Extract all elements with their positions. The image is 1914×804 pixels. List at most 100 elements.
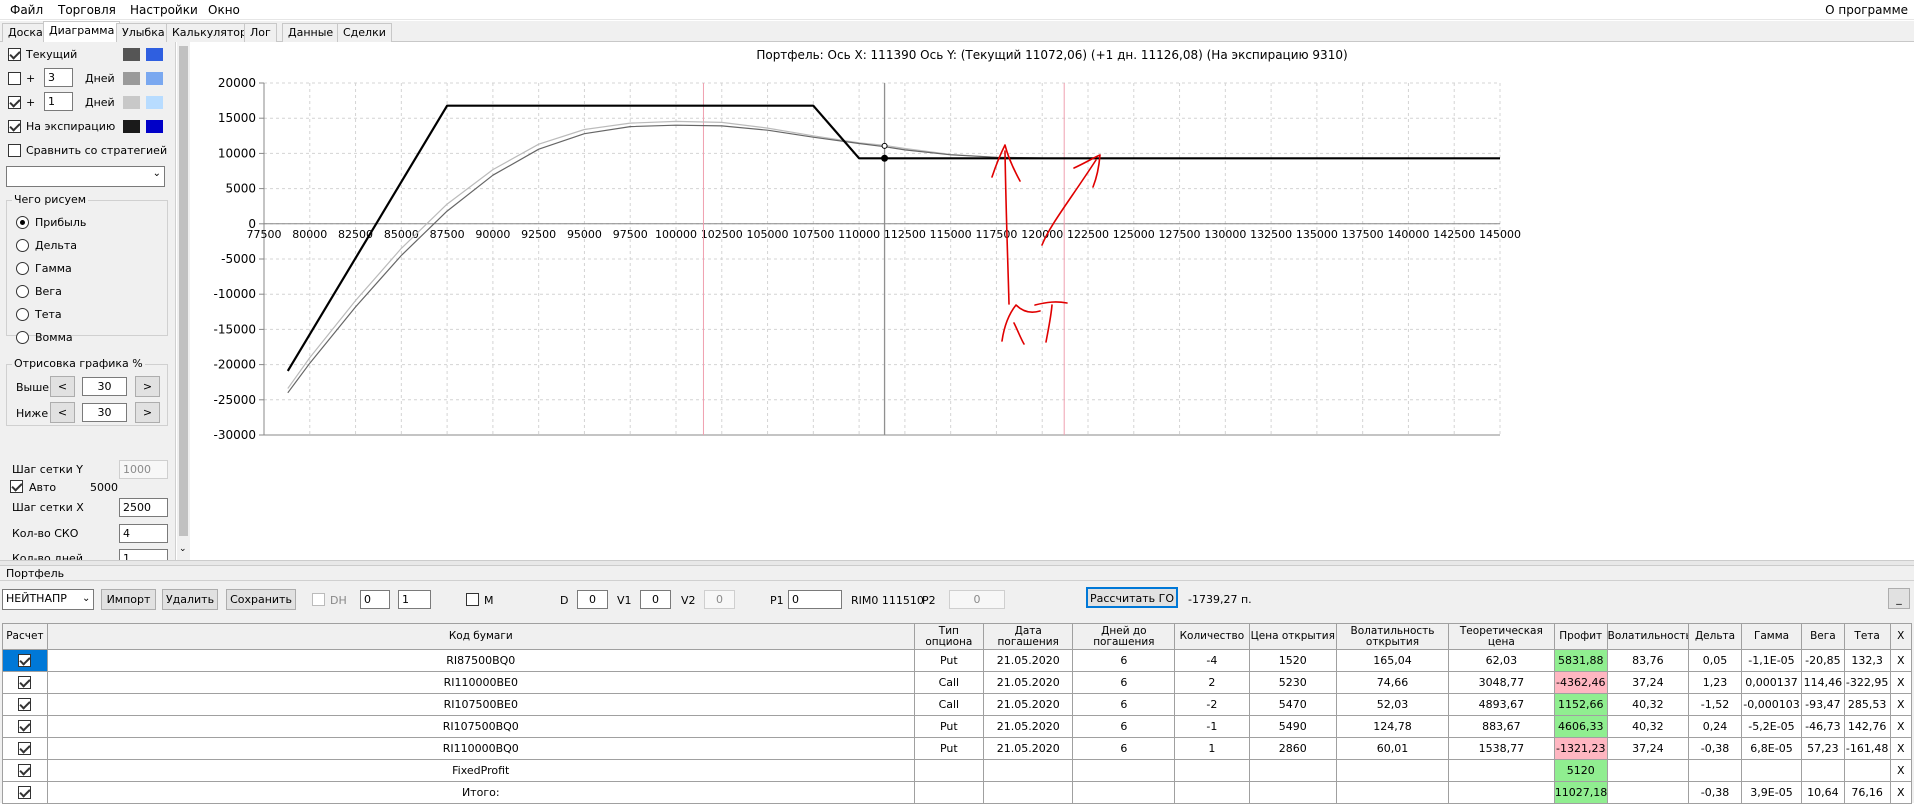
calc-checkbox[interactable] [18,720,32,734]
table-row[interactable]: Итого: 11027,18 -0,38 3,9E-05 10,64 76,16 X [2,781,1913,804]
col-header-profit[interactable]: Профит [1553,623,1608,650]
dh-checkbox[interactable] [312,593,325,606]
calc-checkbox-cell[interactable] [2,649,48,672]
table-row[interactable]: FixedProfit 5120 X [2,759,1913,782]
days-input-1[interactable]: 3 [44,68,73,87]
col-header-gamma[interactable]: Гамма [1740,623,1803,650]
remove-row-button[interactable]: X [1889,693,1913,716]
calc-checkbox-cell[interactable] [2,693,48,716]
tab-deals[interactable]: Сделки [337,23,392,42]
table-row[interactable]: RI110000BE0 Call 21.05.2020 6 2 5230 74,66 3048… [2,671,1913,694]
col-header-theta[interactable]: Тета [1843,623,1891,650]
col-header-qty[interactable]: Количество [1174,623,1250,650]
current-checkbox[interactable] [8,48,21,61]
calc-checkbox[interactable] [18,786,32,800]
expiry-checkbox[interactable] [8,120,21,133]
sko-input[interactable]: 4 [119,524,168,543]
calc-checkbox[interactable] [18,764,32,778]
col-header-code[interactable]: Код бумаги [46,623,915,650]
menu-about[interactable]: О программе [1825,3,1908,17]
dh-input-1[interactable]: 0 [360,590,390,609]
compare-strategy-checkbox[interactable] [8,144,21,157]
payoff-chart-svg[interactable]: 77500 80000 82500 85000 87500 90000 92500 95000… [190,65,1914,560]
v1-input[interactable]: 0 [640,590,671,609]
col-header-type[interactable]: Тип опциона [913,623,984,650]
grid-y-input[interactable]: 1000 [119,460,168,479]
m-checkbox[interactable] [466,593,479,606]
below-input[interactable]: 30 [82,403,127,422]
menu-file[interactable]: Файл [10,3,43,17]
calc-checkbox-cell[interactable] [2,671,48,694]
menu-trading[interactable]: Торговля [58,3,116,17]
calc-checkbox-cell[interactable] [2,759,48,782]
save-button[interactable]: Сохранить [226,589,296,610]
days2-color-swatch-1[interactable] [123,96,140,109]
p2-input[interactable]: 0 [949,590,1005,609]
calc-checkbox[interactable] [18,654,32,668]
radio-vomma[interactable] [16,331,29,344]
scrollbar-thumb[interactable] [179,46,188,536]
grid-x-input[interactable]: 2500 [119,498,168,517]
tab-log[interactable]: Лог [244,23,277,42]
remove-row-button[interactable]: X [1889,649,1913,672]
calc-checkbox-cell[interactable] [2,737,48,760]
below-decrease-button[interactable]: < [50,402,75,423]
days1-color-swatch-1[interactable] [123,72,140,85]
d-input[interactable]: 0 [577,590,608,609]
col-header-theo[interactable]: Теоретическая цена [1447,623,1555,650]
expiry-color-swatch-1[interactable] [123,120,140,133]
table-row[interactable]: RI107500BQ0 Put 21.05.2020 6 -1 5490 124,78 883… [2,715,1913,738]
p1-input[interactable]: 0 [788,590,842,609]
days-count-input[interactable]: 1 [119,549,168,560]
col-header-vega[interactable]: Вега [1801,623,1845,650]
calc-checkbox[interactable] [18,698,32,712]
tab-data[interactable]: Данные [282,23,340,42]
remove-row-button[interactable]: X [1889,671,1913,694]
col-header-vol[interactable]: Волатильность [1606,623,1690,650]
calc-checkbox-cell[interactable] [2,715,48,738]
table-row[interactable]: RI107500BE0 Call 21.05.2020 6 -2 5470 52,03 489… [2,693,1913,716]
remove-row-button[interactable]: X [1889,759,1913,782]
calc-checkbox[interactable] [18,742,32,756]
col-header-open-price[interactable]: Цена открытия [1248,623,1338,650]
col-header-date[interactable]: Дата погашения [982,623,1074,650]
auto-checkbox[interactable] [10,480,23,493]
table-row[interactable]: RI87500BQ0 Put 21.05.2020 6 -4 1520 165,04 62,0… [2,649,1913,672]
left-panel-scrollbar[interactable]: ⌄ [177,42,190,560]
calc-checkbox-cell[interactable] [2,781,48,804]
tab-calculator[interactable]: Калькулятор [166,23,253,42]
remove-row-button[interactable]: X [1889,781,1913,804]
remove-row-button[interactable]: X [1889,737,1913,760]
table-row[interactable]: RI110000BQ0 Put 21.05.2020 6 1 2860 60,01 1538,… [2,737,1913,760]
above-input[interactable]: 30 [82,377,127,396]
calc-checkbox[interactable] [18,676,32,690]
above-increase-button[interactable]: > [135,376,160,397]
radio-gamma[interactable] [16,262,29,275]
radio-theta[interactable] [16,308,29,321]
radio-profit[interactable] [16,216,29,229]
account-select[interactable]: НЕЙТНАПР [2,589,94,610]
calculate-go-button[interactable]: Рассчитать ГО [1086,587,1178,608]
radio-vega[interactable] [16,285,29,298]
chevron-down-icon[interactable]: ⌄ [179,544,187,554]
plus-days-checkbox-1[interactable] [8,72,21,85]
minimize-button[interactable]: _ [1888,588,1910,609]
below-increase-button[interactable]: > [135,402,160,423]
col-header-calc[interactable]: Расчет [2,623,48,650]
days-input-2[interactable]: 1 [44,92,73,111]
menu-window[interactable]: Окно [208,3,240,17]
plus-days-checkbox-2[interactable] [8,96,21,109]
radio-delta[interactable] [16,239,29,252]
current-color-swatch-1[interactable] [123,48,140,61]
above-decrease-button[interactable]: < [50,376,75,397]
expiry-color-swatch-2[interactable] [146,120,163,133]
tab-diagram[interactable]: Диаграмма [43,21,121,42]
chevron-down-icon[interactable]: ⌄ [82,593,90,604]
v2-input[interactable]: 0 [704,590,735,609]
tab-smile[interactable]: Улыбка [116,23,171,42]
col-header-open-vol[interactable]: Волатильность открытия [1336,623,1449,650]
delete-button[interactable]: Удалить [162,589,218,610]
import-button[interactable]: Импорт [101,589,156,610]
strategy-select[interactable]: ⌄ [6,166,165,187]
tab-board[interactable]: Доска [2,23,49,42]
